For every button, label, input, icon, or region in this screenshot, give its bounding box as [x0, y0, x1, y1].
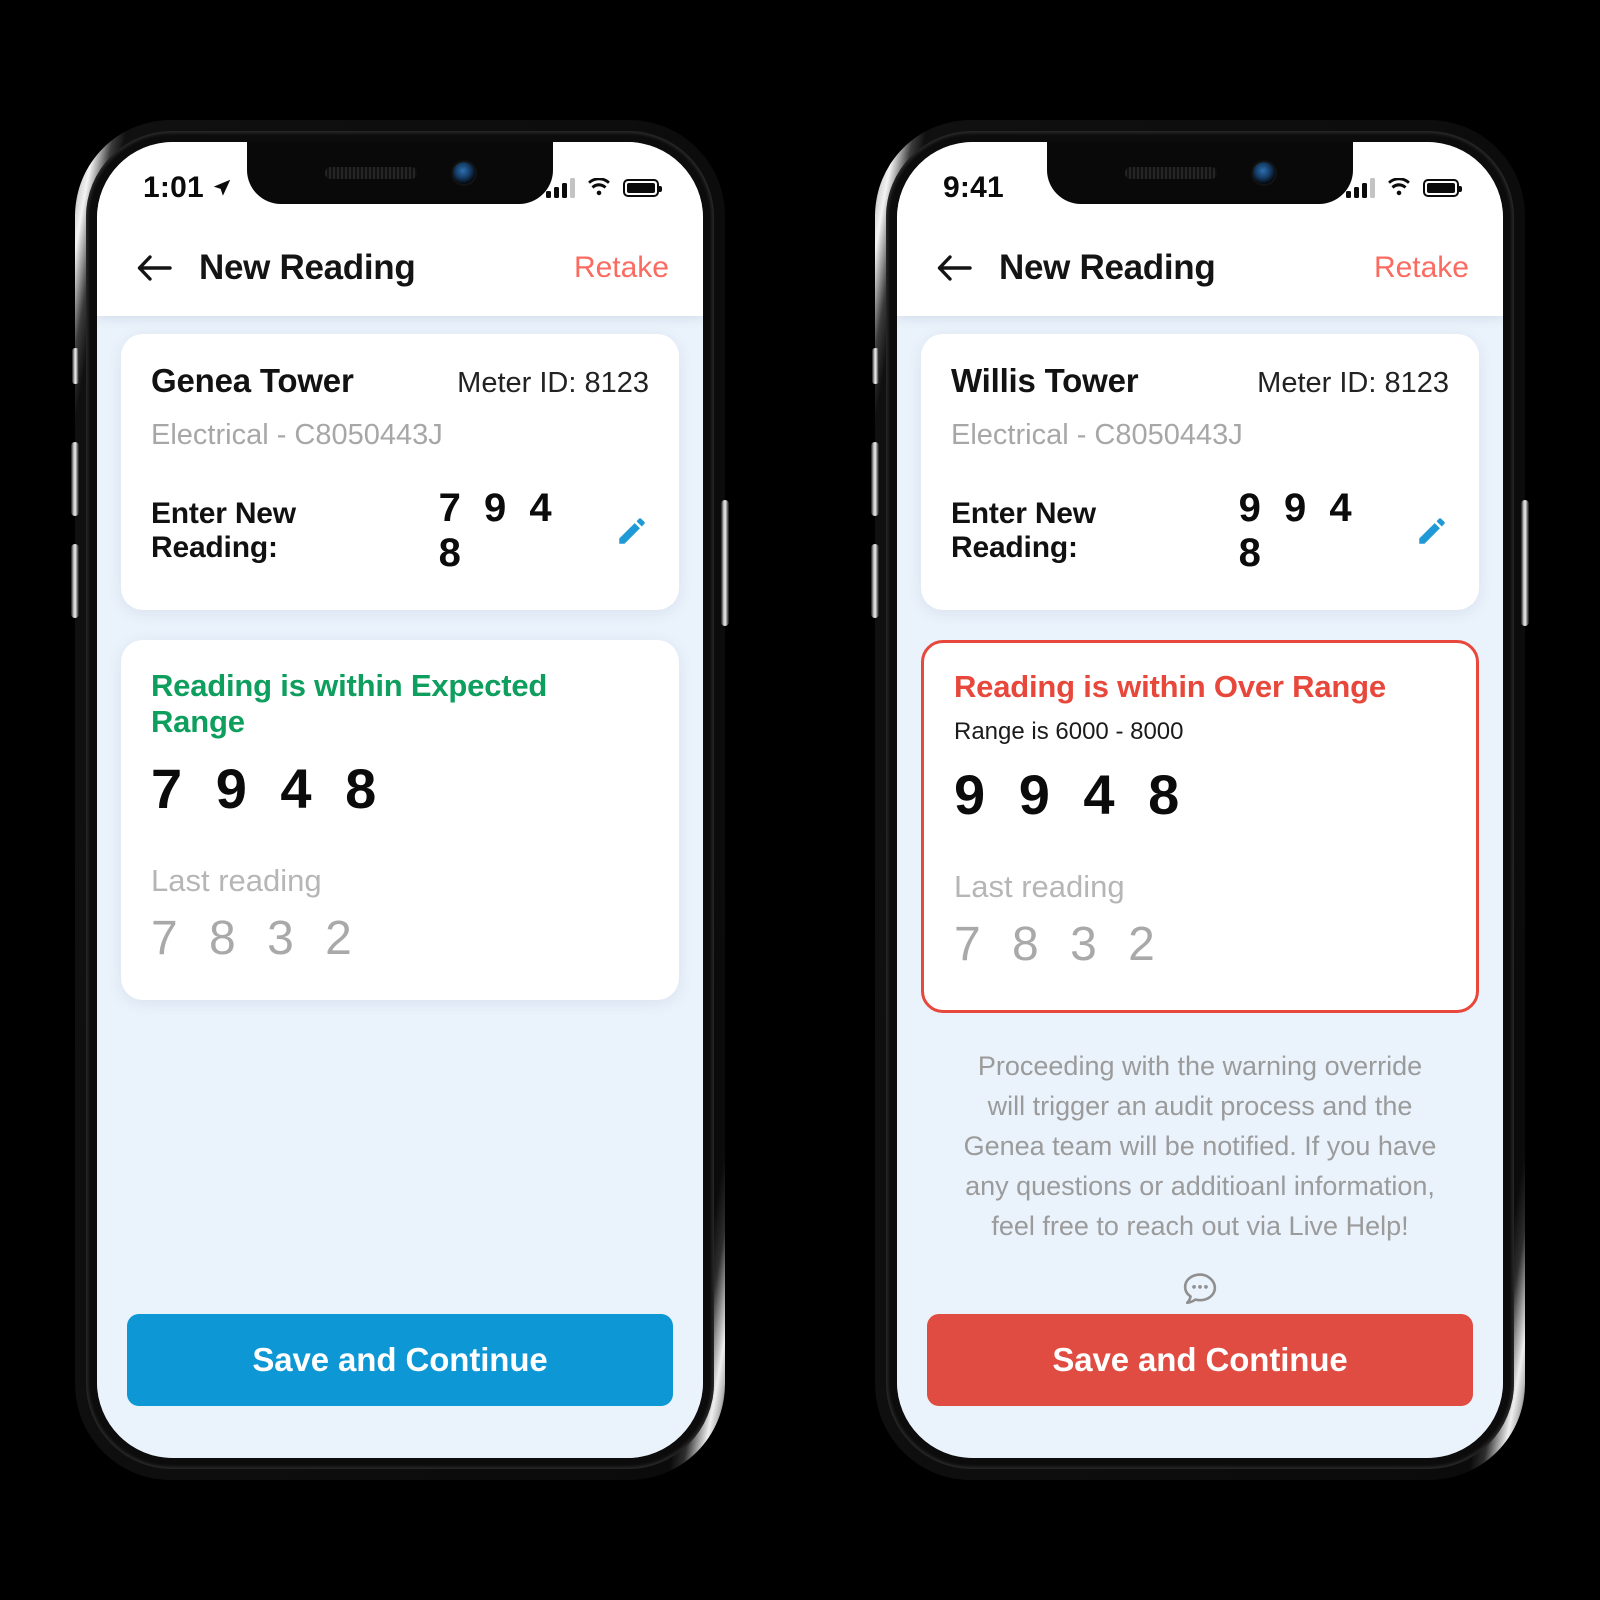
battery-icon: [623, 179, 662, 197]
last-reading-label: Last reading: [954, 869, 1125, 904]
retake-button[interactable]: Retake: [574, 251, 669, 285]
earpiece-speaker-icon: [325, 167, 417, 179]
meter-building-name: Willis Tower: [951, 362, 1139, 399]
battery-icon: [1423, 179, 1462, 197]
status-bar-indicators: [546, 178, 662, 198]
meter-info-card: Genea Tower Meter ID: 8123 Electrical - …: [121, 334, 679, 610]
wifi-icon: [1388, 178, 1410, 196]
front-camera-icon: [453, 162, 475, 184]
volume-down-button[interactable]: [71, 544, 79, 618]
device-notch: [247, 142, 553, 204]
phone-screen-right: 9:41 New Reading Retake Willis Tower Met…: [897, 142, 1503, 1458]
override-warning-text: Proceeding with the warning override wil…: [963, 1051, 1437, 1241]
current-reading-value: 9 9 4 8: [954, 763, 1189, 826]
reading-status-card: Reading is within Over Range Range is 60…: [921, 640, 1479, 1013]
screen-body-right: Willis Tower Meter ID: 8123 Electrical -…: [897, 316, 1503, 1458]
reading-status-card: Reading is within Expected Range 7 9 4 8…: [121, 640, 679, 1000]
phone-screen-left: 1:01 New Reading Retake Genea Tower Mete…: [97, 142, 703, 1458]
device-notch: [1047, 142, 1353, 204]
status-title: Reading is within Over Range: [954, 669, 1386, 704]
status-bar-time-group: 1:01: [143, 171, 233, 205]
silence-switch[interactable]: [872, 348, 879, 384]
navigation-bar: New Reading Retake: [97, 220, 703, 316]
phone-device-right: 9:41 New Reading Retake Willis Tower Met…: [871, 120, 1529, 1480]
pencil-icon[interactable]: [1415, 514, 1449, 548]
pencil-icon[interactable]: [615, 514, 649, 548]
enter-reading-row: Enter New Reading: 9 9 4 8: [951, 486, 1449, 576]
page-title: New Reading: [199, 248, 416, 287]
phone-device-left: 1:01 New Reading Retake Genea Tower Mete…: [71, 120, 729, 1480]
earpiece-speaker-icon: [1125, 167, 1217, 179]
silence-switch[interactable]: [72, 348, 79, 384]
expected-range-label: Range is 6000 - 8000: [954, 718, 1184, 745]
enter-reading-value[interactable]: 9 9 4 8: [1239, 486, 1397, 576]
wifi-icon: [588, 178, 610, 196]
card-gap: [921, 610, 1479, 640]
power-button[interactable]: [1521, 500, 1529, 626]
location-arrow-icon: [213, 179, 231, 196]
back-arrow-icon[interactable]: [135, 249, 173, 287]
power-button[interactable]: [721, 500, 729, 626]
meter-subtitle: Electrical - C8050443J: [951, 419, 1243, 451]
meter-id-label: Meter ID: 8123: [1257, 367, 1449, 399]
back-arrow-icon[interactable]: [935, 249, 973, 287]
last-reading-label: Last reading: [151, 863, 322, 898]
volume-down-button[interactable]: [871, 544, 879, 618]
enter-reading-label: Enter New Reading:: [951, 497, 1096, 564]
enter-reading-value[interactable]: 7 9 4 8: [439, 486, 597, 576]
page-title: New Reading: [999, 248, 1216, 287]
flex-spacer: [121, 1000, 679, 1314]
status-bar-time: 9:41: [943, 171, 1004, 204]
status-bar-time: 1:01: [143, 171, 204, 204]
current-reading-value: 7 9 4 8: [151, 757, 386, 820]
front-camera-icon: [1253, 162, 1275, 184]
volume-up-button[interactable]: [871, 442, 879, 516]
meter-subtitle: Electrical - C8050443J: [151, 419, 443, 451]
navigation-bar: New Reading Retake: [897, 220, 1503, 316]
meter-info-card: Willis Tower Meter ID: 8123 Electrical -…: [921, 334, 1479, 610]
meter-header-row: Willis Tower Meter ID: 8123: [951, 362, 1449, 400]
last-reading-value: 7 8 3 2: [954, 918, 1164, 971]
enter-reading-label: Enter New Reading:: [151, 497, 296, 564]
retake-button[interactable]: Retake: [1374, 251, 1469, 285]
screen-body-left: Genea Tower Meter ID: 8123 Electrical - …: [97, 316, 703, 1458]
save-and-continue-button[interactable]: Save and Continue: [927, 1314, 1473, 1406]
meter-id-label: Meter ID: 8123: [457, 367, 649, 399]
meter-header-row: Genea Tower Meter ID: 8123: [151, 362, 649, 400]
last-reading-value: 7 8 3 2: [151, 912, 361, 965]
chat-bubble-icon[interactable]: [921, 1269, 1479, 1311]
meter-building-name: Genea Tower: [151, 362, 354, 399]
save-and-continue-button[interactable]: Save and Continue: [127, 1314, 673, 1406]
status-bar-time-group: 9:41: [943, 171, 1004, 205]
volume-up-button[interactable]: [71, 442, 79, 516]
card-gap: [121, 610, 679, 640]
status-bar-indicators: [1346, 178, 1462, 198]
status-title: Reading is within Expected Range: [151, 668, 548, 739]
enter-reading-row: Enter New Reading: 7 9 4 8: [151, 486, 649, 576]
screenshot-stage: 1:01 New Reading Retake Genea Tower Mete…: [0, 0, 1600, 1600]
